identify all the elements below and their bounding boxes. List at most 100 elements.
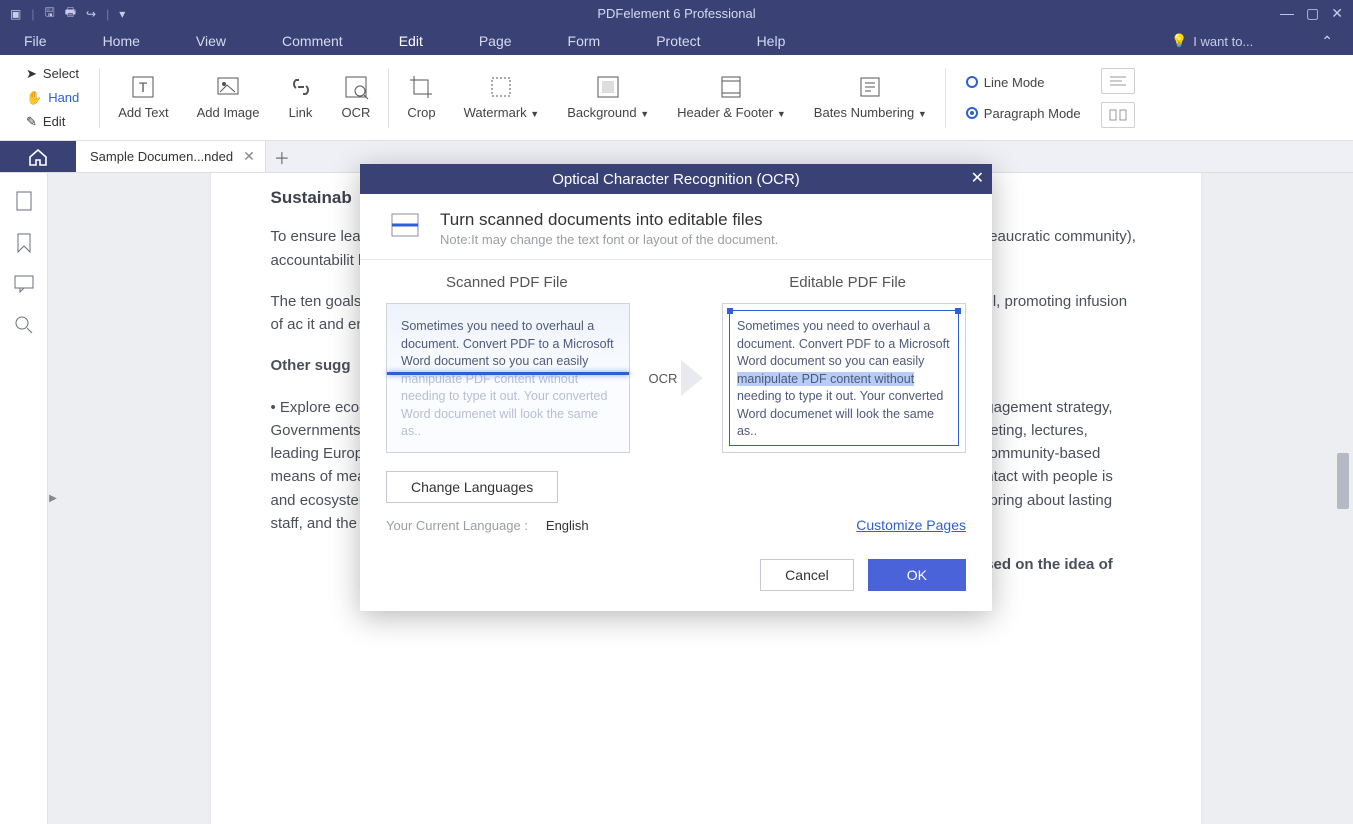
menu-comment[interactable]: Comment — [278, 29, 347, 53]
menu-form[interactable]: Form — [564, 29, 605, 53]
close-button[interactable]: ✕ — [1331, 5, 1343, 22]
edit-mode[interactable]: ✎Edit — [22, 112, 83, 132]
ocr-icon — [343, 74, 369, 100]
paragraph-mode-radio[interactable]: Paragraph Mode — [962, 103, 1085, 124]
add-text-button[interactable]: T Add Text — [104, 55, 182, 140]
qat-sep: | — [106, 7, 109, 21]
add-text-label: Add Text — [118, 106, 168, 120]
qat-redo-icon[interactable]: ↪ — [86, 7, 96, 21]
select-mode[interactable]: ➤Select — [22, 64, 83, 84]
ocr-dialog: Optical Character Recognition (OCR) ✕ Tu… — [360, 164, 992, 611]
editable-preview: Sometimes you need to overhaul a documen… — [722, 303, 966, 453]
ocr-arrow-label: OCR — [649, 371, 678, 386]
add-image-label: Add Image — [197, 106, 260, 120]
search-icon[interactable] — [14, 315, 34, 335]
dialog-headline: Turn scanned documents into editable fil… — [440, 210, 778, 230]
ribbon: ➤Select ✋Hand ✎Edit T Add Text Add Image… — [0, 55, 1353, 141]
menu-edit[interactable]: Edit — [395, 29, 427, 53]
watermark-icon — [488, 74, 514, 100]
background-label: Background ▼ — [567, 106, 649, 120]
bates-label: Bates Numbering ▼ — [814, 106, 927, 120]
thumbnails-icon[interactable] — [15, 191, 33, 211]
bates-button[interactable]: Bates Numbering ▼ — [800, 55, 941, 140]
crop-label: Crop — [407, 106, 435, 120]
ok-button[interactable]: OK — [868, 559, 966, 591]
preview-row: Sometimes you need to overhaul a documen… — [386, 303, 966, 453]
home-tab[interactable] — [0, 141, 76, 172]
qat-app-icon[interactable]: ▣ — [10, 7, 21, 21]
line-mode-label: Line Mode — [984, 75, 1045, 90]
watermark-button[interactable]: Watermark ▼ — [450, 55, 554, 140]
header-footer-button[interactable]: Header & Footer ▼ — [663, 55, 800, 140]
scanned-label: Scanned PDF File — [446, 274, 568, 291]
dialog-title: Optical Character Recognition (OCR) — [552, 171, 800, 188]
dialog-titlebar[interactable]: Optical Character Recognition (OCR) ✕ — [360, 164, 992, 194]
qat-print-icon[interactable]: 🖶 — [65, 3, 76, 24]
header-footer-icon — [718, 74, 744, 100]
ribbon-separator — [99, 68, 100, 128]
line-mode-radio[interactable]: Line Mode — [962, 72, 1085, 93]
link-label: Link — [289, 106, 313, 120]
ocr-arrow: OCR — [649, 360, 704, 396]
titlebar: ▣ | 🖫 🖶 ↪ | ▾ PDFelement 6 Professional … — [0, 0, 1353, 27]
crop-button[interactable]: Crop — [393, 55, 449, 140]
panel-expand-handle[interactable]: ▶ — [48, 173, 58, 824]
bookmarks-icon[interactable] — [16, 233, 32, 253]
change-languages-button[interactable]: Change Languages — [386, 471, 558, 503]
comments-icon[interactable] — [14, 275, 34, 293]
menu-protect[interactable]: Protect — [652, 29, 704, 53]
image-icon — [215, 74, 241, 100]
i-want-to[interactable]: 💡 I want to... — [1171, 33, 1253, 49]
preview-text: Sometimes you need to overhaul a documen… — [401, 319, 614, 368]
arrow-icon — [681, 360, 703, 396]
background-button[interactable]: Background ▼ — [553, 55, 663, 140]
window-controls: — ▢ ✕ — [1280, 5, 1353, 22]
i-want-to-label: I want to... — [1193, 34, 1253, 49]
collapse-ribbon-icon[interactable]: ⌃ — [1321, 33, 1333, 50]
hand-mode[interactable]: ✋Hand — [22, 88, 83, 108]
dialog-body: Scanned PDF File Editable PDF File Somet… — [360, 260, 992, 543]
selection-box — [729, 310, 959, 446]
ribbon-mode-group: ➤Select ✋Hand ✎Edit — [10, 55, 95, 140]
scrollbar-thumb[interactable] — [1337, 453, 1349, 509]
dialog-header: Turn scanned documents into editable fil… — [360, 194, 992, 260]
qat-save-icon[interactable]: 🖫 — [44, 3, 54, 24]
ocr-label: OCR — [342, 106, 371, 120]
menu-page[interactable]: Page — [475, 29, 516, 53]
menubar: File Home View Comment Edit Page Form Pr… — [0, 27, 1353, 55]
link-icon — [288, 74, 314, 100]
add-tab-button[interactable]: ＋ — [266, 141, 298, 172]
dialog-close-icon[interactable]: ✕ — [971, 168, 984, 188]
chevron-down-icon: ▼ — [640, 109, 649, 119]
pencil-icon: ✎ — [26, 114, 37, 130]
customize-pages-link[interactable]: Customize Pages — [856, 517, 966, 533]
align-icon[interactable] — [1101, 68, 1135, 94]
minimize-button[interactable]: — — [1280, 5, 1294, 22]
menu-home[interactable]: Home — [99, 29, 144, 53]
ocr-button[interactable]: OCR — [328, 55, 385, 140]
document-tab[interactable]: Sample Documen...nded ✕ — [76, 141, 266, 172]
menu-view[interactable]: View — [192, 29, 230, 53]
ribbon-separator — [388, 68, 389, 128]
menu-help[interactable]: Help — [753, 29, 790, 53]
ribbon-separator — [945, 68, 946, 128]
preview-text-faded: manipulate PDF content without needing t… — [401, 372, 607, 439]
quick-access-toolbar: ▣ | 🖫 🖶 ↪ | ▾ — [0, 3, 125, 24]
maximize-button[interactable]: ▢ — [1306, 5, 1319, 22]
header-footer-label: Header & Footer ▼ — [677, 106, 786, 120]
radio-off-icon — [966, 76, 978, 88]
bates-icon — [857, 74, 883, 100]
preview-labels: Scanned PDF File Editable PDF File — [386, 274, 966, 291]
language-row: Change Languages — [386, 471, 966, 503]
tab-close-icon[interactable]: ✕ — [243, 148, 255, 165]
cursor-icon: ➤ — [26, 66, 37, 82]
menu-file[interactable]: File — [20, 29, 51, 53]
link-button[interactable]: Link — [274, 55, 328, 140]
crop-icon — [408, 74, 434, 100]
distribute-icon[interactable] — [1101, 102, 1135, 128]
add-image-button[interactable]: Add Image — [183, 55, 274, 140]
app-title: PDFelement 6 Professional — [597, 6, 755, 21]
cancel-button[interactable]: Cancel — [760, 559, 854, 591]
current-language-label: Your Current Language : — [386, 518, 528, 533]
qat-dropdown-icon[interactable]: ▾ — [119, 7, 125, 21]
